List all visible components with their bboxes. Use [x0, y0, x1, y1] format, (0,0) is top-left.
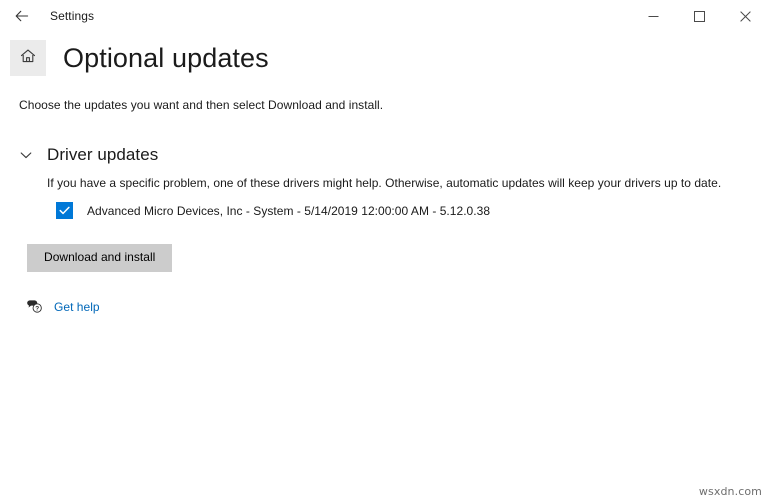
section-description: If you have a specific problem, one of t… — [47, 176, 722, 190]
back-button[interactable] — [0, 0, 44, 32]
checkmark-icon — [58, 204, 71, 217]
back-arrow-icon — [14, 8, 30, 24]
minimize-button[interactable] — [630, 0, 676, 32]
update-item-label: Advanced Micro Devices, Inc - System - 5… — [87, 203, 491, 218]
close-icon — [739, 10, 751, 22]
svg-text:?: ? — [35, 306, 39, 313]
list-item[interactable]: Advanced Micro Devices, Inc - System - 5… — [56, 202, 490, 219]
chevron-down-icon — [19, 148, 41, 162]
home-icon — [19, 47, 37, 70]
page-header: Optional updates — [0, 40, 768, 76]
minimize-icon — [648, 11, 659, 22]
window-controls — [630, 0, 768, 32]
close-button[interactable] — [722, 0, 768, 32]
driver-updates-section-header[interactable]: Driver updates — [19, 145, 158, 165]
watermark: wsxdn.com — [698, 485, 762, 498]
main-content: Choose the updates you want and then sel… — [0, 98, 768, 315]
update-checkbox[interactable] — [56, 202, 73, 219]
section-title: Driver updates — [47, 145, 159, 164]
help-bubble-icon: ? — [24, 299, 44, 315]
page-title: Optional updates — [63, 42, 269, 73]
page-subtitle: Choose the updates you want and then sel… — [19, 98, 384, 112]
title-bar: Settings — [0, 0, 768, 32]
get-help-link[interactable]: ? Get help — [24, 299, 100, 315]
maximize-icon — [693, 10, 705, 22]
maximize-button[interactable] — [676, 0, 722, 32]
get-help-label: Get help — [54, 300, 100, 315]
home-button[interactable] — [10, 40, 46, 76]
download-and-install-button[interactable]: Download and install — [27, 244, 173, 273]
app-title: Settings — [50, 9, 95, 23]
